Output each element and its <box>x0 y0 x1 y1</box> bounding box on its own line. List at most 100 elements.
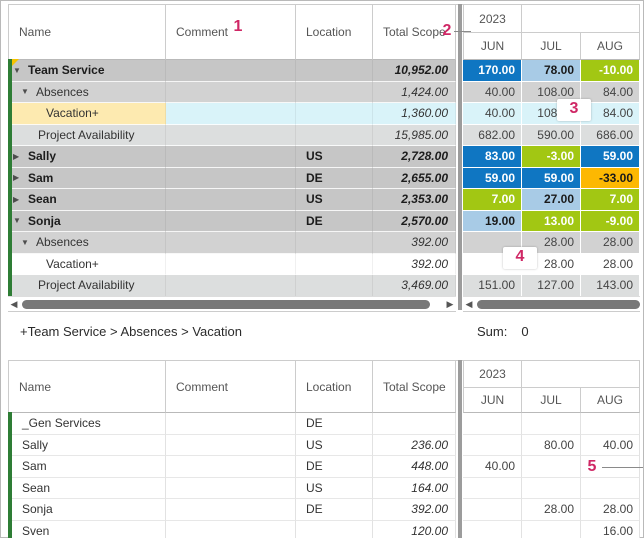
comment-cell[interactable] <box>166 211 296 233</box>
table-row[interactable]: SallyUS236.0080.0040.00 <box>8 435 640 457</box>
month-cell-jul[interactable]: 590.00 <box>522 125 581 147</box>
collapse-arrow-icon[interactable]: ▶ <box>13 152 28 161</box>
table-row[interactable]: Project Availability15,985.00682.00590.0… <box>8 125 640 147</box>
location-cell[interactable]: US <box>296 435 373 457</box>
comment-cell[interactable] <box>166 232 296 254</box>
month-cell-jul[interactable]: 13.00 <box>522 211 581 233</box>
name-cell[interactable]: Project Availability <box>8 275 166 297</box>
month-cell-aug[interactable]: 28.00 <box>581 254 640 276</box>
location-cell[interactable]: DE <box>296 499 373 521</box>
location-cell[interactable]: DE <box>296 168 373 190</box>
location-cell[interactable] <box>296 254 373 276</box>
location-cell[interactable] <box>296 275 373 297</box>
month-cell-jul[interactable]: -3.00 <box>522 146 581 168</box>
name-cell[interactable]: Sonja <box>8 499 166 521</box>
month-cell-jul[interactable]: 78.00 <box>522 60 581 82</box>
scrollbar-thumb[interactable] <box>477 300 640 309</box>
collapse-arrow-icon[interactable]: ▶ <box>13 195 28 204</box>
table-row[interactable]: ▼SonjaDE2,570.0019.0013.00-9.00 <box>8 211 640 233</box>
expand-arrow-icon[interactable]: ▼ <box>13 66 28 75</box>
month-cell-jun[interactable]: 40.00 <box>463 82 522 104</box>
name-cell[interactable]: Sally <box>8 435 166 457</box>
scroll-left-icon[interactable]: ◀ <box>8 297 20 311</box>
name-cell[interactable]: Sam <box>8 456 166 478</box>
comment-cell[interactable] <box>166 82 296 104</box>
name-cell[interactable]: ▼Absences <box>8 232 166 254</box>
comment-cell[interactable] <box>166 413 296 435</box>
comment-cell[interactable] <box>166 146 296 168</box>
month-cell-aug[interactable]: 7.00 <box>581 189 640 211</box>
month-cell-jun[interactable] <box>463 499 522 521</box>
month-cell-jul[interactable]: 28.00 <box>522 499 581 521</box>
expand-arrow-icon[interactable]: ▼ <box>13 216 28 225</box>
month-header-jul[interactable]: JUL <box>522 388 581 413</box>
month-header-jun[interactable]: JUN <box>463 33 522 60</box>
column-header-name[interactable]: Name <box>8 5 166 60</box>
month-cell-jun[interactable] <box>463 435 522 457</box>
month-cell-jun[interactable] <box>463 478 522 500</box>
comment-cell[interactable] <box>166 435 296 457</box>
month-cell-jul[interactable] <box>522 456 581 478</box>
month-cell-aug[interactable]: -9.00 <box>581 211 640 233</box>
month-cell-jul[interactable] <box>522 521 581 538</box>
month-cell-jul[interactable] <box>522 413 581 435</box>
name-cell[interactable]: _Gen Services <box>8 413 166 435</box>
table-row[interactable]: ▶SamDE2,655.0059.0059.00-33.00 <box>8 168 640 190</box>
month-cell-jul[interactable]: 59.00 <box>522 168 581 190</box>
column-header-name[interactable]: Name <box>8 361 166 413</box>
pane-splitter[interactable] <box>458 4 462 310</box>
table-row[interactable]: Vacation+392.0028.0028.00 <box>8 254 640 276</box>
month-header-jun[interactable]: JUN <box>463 388 522 413</box>
table-row[interactable]: ▼Absences1,424.0040.00108.0084.00 <box>8 82 640 104</box>
comment-cell[interactable] <box>166 103 296 125</box>
comment-cell[interactable] <box>166 521 296 538</box>
year-header[interactable]: 2023 <box>463 361 522 387</box>
month-cell-jun[interactable]: 7.00 <box>463 189 522 211</box>
name-cell[interactable]: Vacation+ <box>8 254 166 276</box>
h-scrollbar-right-pane[interactable]: ◀ <box>463 296 640 312</box>
month-cell-aug[interactable]: 686.00 <box>581 125 640 147</box>
location-cell[interactable] <box>296 125 373 147</box>
location-cell[interactable]: US <box>296 146 373 168</box>
month-cell-aug[interactable]: 28.00 <box>581 499 640 521</box>
name-cell[interactable]: ▶Sean <box>8 189 166 211</box>
expand-arrow-icon[interactable]: ▼ <box>21 238 36 247</box>
month-cell-aug[interactable]: 143.00 <box>581 275 640 297</box>
month-header-aug[interactable]: AUG <box>581 33 640 60</box>
column-header-comment[interactable]: Comment <box>166 361 296 413</box>
month-cell-jun[interactable]: 40.00 <box>463 456 522 478</box>
name-cell[interactable]: ▼Absences <box>8 82 166 104</box>
month-cell-jun[interactable]: 59.00 <box>463 168 522 190</box>
month-header-jul[interactable]: JUL <box>522 33 581 60</box>
name-cell[interactable]: Sven <box>8 521 166 538</box>
comment-cell[interactable] <box>166 456 296 478</box>
name-cell[interactable]: ▼Team Service <box>8 60 166 82</box>
month-cell-jul[interactable] <box>522 478 581 500</box>
location-cell[interactable] <box>296 521 373 538</box>
month-cell-jul[interactable]: 127.00 <box>522 275 581 297</box>
month-cell-jun[interactable]: 19.00 <box>463 211 522 233</box>
table-row[interactable]: ▼Absences392.0028.0028.00 <box>8 232 640 254</box>
month-cell-aug[interactable] <box>581 413 640 435</box>
collapse-arrow-icon[interactable]: ▶ <box>13 173 28 182</box>
table-row[interactable]: _Gen ServicesDE <box>8 413 640 435</box>
month-cell-aug[interactable]: -10.00 <box>581 60 640 82</box>
location-cell[interactable]: DE <box>296 211 373 233</box>
month-header-aug[interactable]: AUG <box>581 388 640 413</box>
scroll-left-icon[interactable]: ◀ <box>463 297 475 311</box>
scrollbar-thumb[interactable] <box>22 300 430 309</box>
name-cell[interactable]: Sean <box>8 478 166 500</box>
comment-cell[interactable] <box>166 60 296 82</box>
column-header-location[interactable]: Location <box>296 361 373 413</box>
month-cell-aug[interactable]: 28.00 <box>581 232 640 254</box>
comment-cell[interactable] <box>166 168 296 190</box>
month-cell-aug[interactable] <box>581 478 640 500</box>
month-cell-jun[interactable]: 40.00 <box>463 103 522 125</box>
table-row[interactable]: Project Availability3,469.00151.00127.00… <box>8 275 640 297</box>
scroll-right-icon[interactable]: ▶ <box>444 297 456 311</box>
month-cell-jun[interactable]: 170.00 <box>463 60 522 82</box>
month-cell-jul[interactable]: 80.00 <box>522 435 581 457</box>
name-cell[interactable]: ▶Sally <box>8 146 166 168</box>
name-cell[interactable]: Project Availability <box>8 125 166 147</box>
comment-cell[interactable] <box>166 499 296 521</box>
